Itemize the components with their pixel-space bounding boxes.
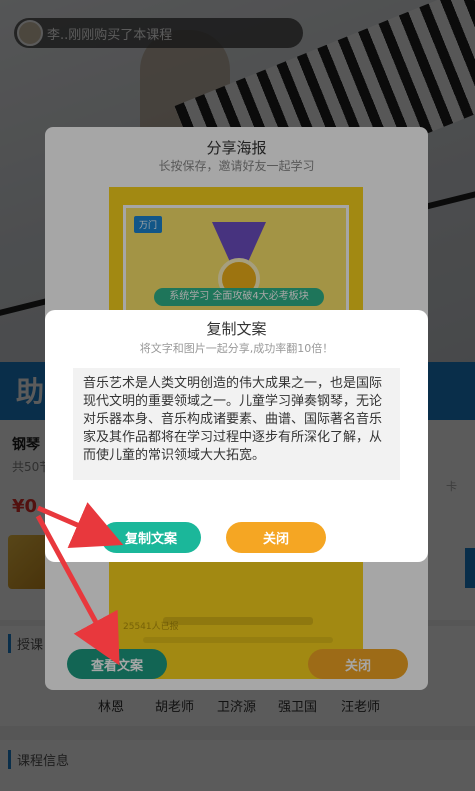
copy-text-content: 音乐艺术是人类文明创造的伟大成果之一，也是国际现代文明的重要领域之一。儿童学习弹…: [73, 368, 400, 480]
copy-modal-close-button[interactable]: 关闭: [226, 522, 326, 553]
copy-text-button[interactable]: 复制文案: [101, 522, 201, 553]
copy-modal-subtitle: 将文字和图片一起分享,成功率翻10倍！: [139, 342, 334, 355]
copy-modal-title: 复制文案: [206, 320, 267, 338]
copy-text-modal: 复制文案 将文字和图片一起分享,成功率翻10倍！ 音乐艺术是人类文明创造的伟大成…: [45, 310, 428, 562]
